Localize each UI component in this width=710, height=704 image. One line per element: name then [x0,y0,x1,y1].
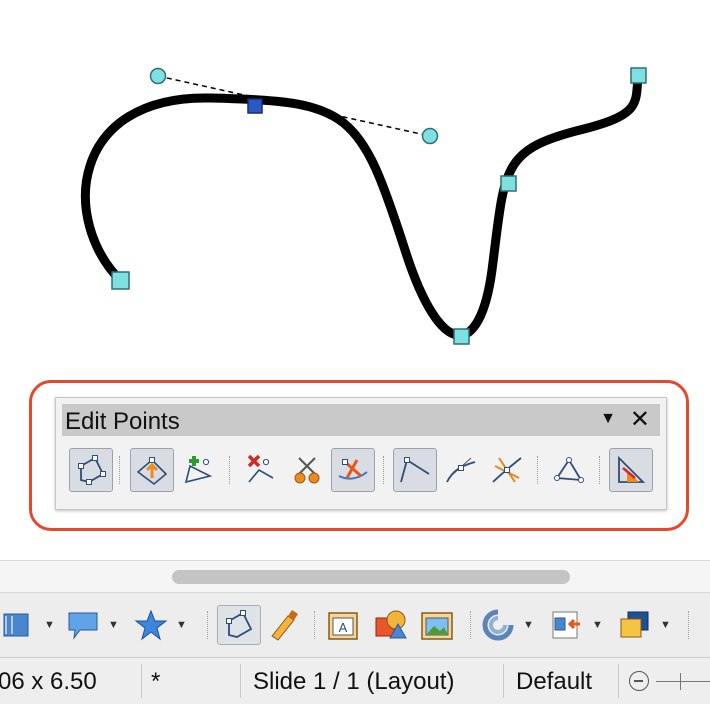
zoom-out-icon[interactable] [629,671,649,691]
toolbar-menu-icon[interactable]: ▼ [600,410,616,428]
svg-text:A: A [339,620,348,635]
chevron-down-icon[interactable]: ▼ [176,619,187,631]
chevron-down-icon[interactable]: ▼ [592,619,603,631]
move-points-icon [136,457,168,486]
split-curve-icon [294,457,320,484]
toolbar-separator [537,456,538,484]
move-points-button[interactable] [130,448,174,492]
alignment-icon [552,611,580,639]
image-button[interactable] [420,605,454,645]
smooth-transition-button[interactable] [439,448,483,492]
close-bezier-icon [554,457,584,483]
status-separator [503,664,504,698]
symmetric-transition-button[interactable] [485,448,529,492]
zoom-slider[interactable] [656,681,710,682]
shapes-button[interactable] [374,605,408,645]
rotate-button[interactable]: ▼ [481,605,534,645]
object-size: 06 x 6.50 [0,668,97,695]
curve-point-mid[interactable] [500,175,517,192]
split-curve-button[interactable] [285,448,329,492]
slide-position: Slide 1 / 1 (Layout) [253,668,455,695]
bezier-curve[interactable] [80,70,643,340]
callouts-icon [68,612,98,640]
toolbar-separator [688,611,689,639]
block-arrows-icon [3,613,29,637]
control-point-left[interactable] [149,67,167,85]
fontwork-gallery-button[interactable]: A [326,605,360,645]
chevron-down-icon[interactable]: ▼ [108,619,119,631]
arrange-button[interactable]: ▼ [618,605,671,645]
glue-points-button[interactable] [266,605,300,645]
points-toggle-button[interactable] [217,605,261,645]
points-button[interactable] [69,448,113,492]
status-separator [240,664,241,698]
toolbar-separator [229,456,230,484]
eliminate-points-button[interactable] [609,448,653,492]
chevron-down-icon[interactable]: ▼ [660,619,671,631]
image-icon [421,612,453,640]
drawing-toolbar: ▼ ▼ ▼ A ▼ ▼ ▼ [0,592,710,657]
callouts-button[interactable]: ▼ [66,605,119,645]
convert-to-curve-button[interactable] [331,448,375,492]
scrollbar-thumb[interactable] [172,570,570,584]
master-slide-name[interactable]: Default [516,668,592,696]
edit-points-toolbar: Edit Points ▼ ✕ [55,397,667,510]
chevron-down-icon[interactable]: ▼ [523,619,534,631]
control-line [157,75,431,137]
toolbar-separator [314,611,315,639]
smooth-transition-icon [446,457,476,483]
points-icon [78,455,106,485]
from-file-icon [375,610,407,639]
status-bar: 06 x 6.50 * Slide 1 / 1 (Layout) Default [0,657,710,704]
status-separator [618,664,619,698]
toolbar-separator [119,456,120,484]
close-icon[interactable]: ✕ [630,405,650,434]
points-icon [226,610,253,638]
toolbar-separator [207,611,208,639]
toolbar-title: Edit Points [65,408,180,435]
chevron-down-icon[interactable]: ▼ [44,619,55,631]
block-arrows-button[interactable]: ▼ [2,605,55,645]
toolbar-separator [470,611,471,639]
close-bezier-button[interactable] [547,448,591,492]
eliminate-points-icon [618,455,646,483]
curve-point-start[interactable] [111,271,130,290]
curve-point-end[interactable] [630,67,647,84]
stars-icon [134,609,168,641]
insert-points-icon [184,456,213,484]
symmetric-transition-icon [492,457,522,483]
glue-points-icon [271,610,298,641]
delete-points-button[interactable] [239,448,283,492]
toolbar-separator [599,456,600,484]
horizontal-scrollbar[interactable] [0,560,710,593]
selected-point[interactable] [247,98,263,114]
toolbar-separator [383,456,384,484]
corner-point-icon [400,457,430,483]
curve-point-bottom[interactable] [453,328,470,345]
rotate-icon [482,609,514,641]
delete-points-icon [247,454,274,483]
document-modified[interactable]: * [151,668,160,696]
toolbar-titlebar[interactable]: Edit Points ▼ ✕ [62,404,660,436]
zoom-slider-tick [680,673,681,690]
alignment-button[interactable]: ▼ [550,605,603,645]
stars-button[interactable]: ▼ [134,605,187,645]
fontwork-gallery-icon: A [328,612,358,640]
control-point-right[interactable] [421,127,439,145]
insert-points-button[interactable] [176,448,220,492]
convert-to-curve-icon [338,459,368,480]
corner-point-button[interactable] [393,448,437,492]
status-separator [141,664,142,698]
arrange-icon [620,611,649,638]
